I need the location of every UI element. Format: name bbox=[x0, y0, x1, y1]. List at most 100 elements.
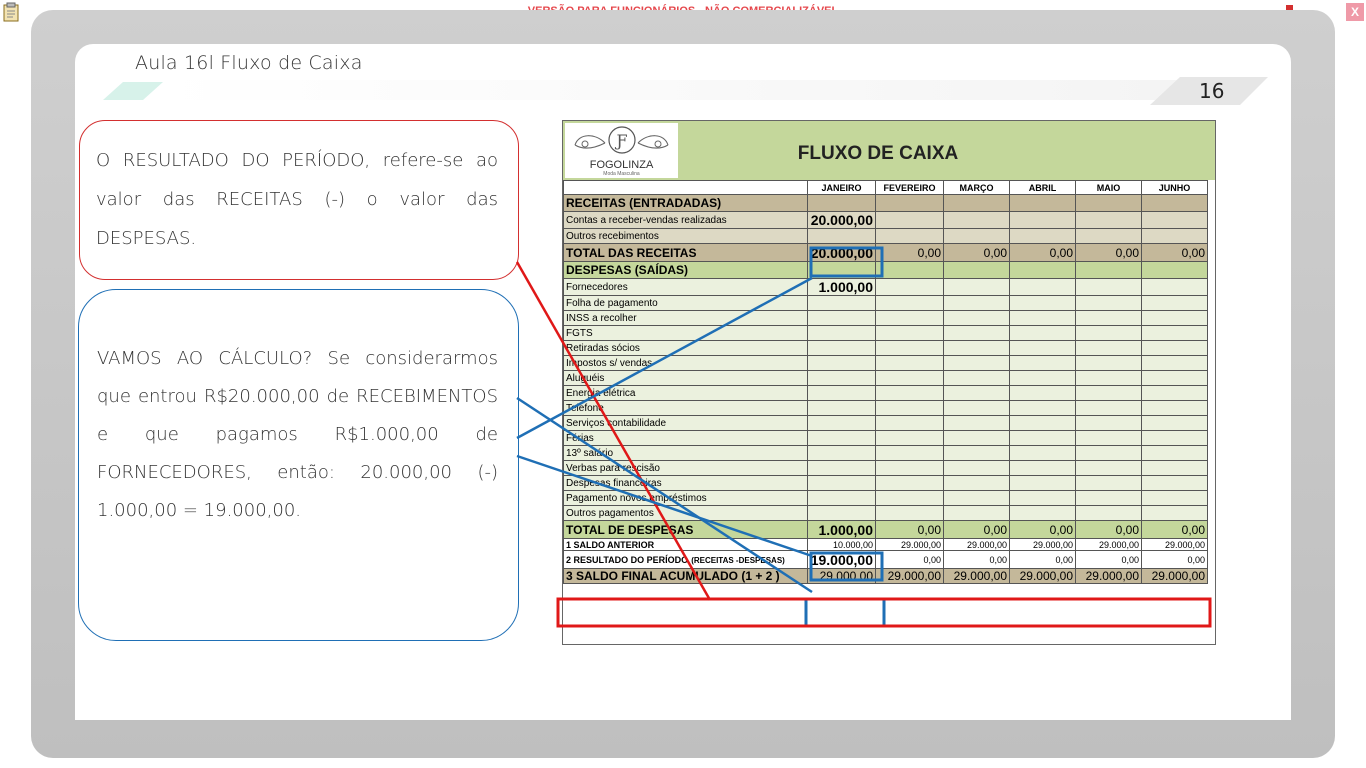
row-label: Folha de pagamento bbox=[563, 295, 808, 311]
table-cell bbox=[875, 211, 944, 229]
despesa-row: Impostos s/ vendas bbox=[563, 355, 1208, 371]
total-value: 0,00 bbox=[875, 520, 944, 539]
table-cell bbox=[875, 490, 944, 506]
table-cell bbox=[943, 295, 1010, 311]
receitas-section-label: RECEITAS (ENTRADADAS) bbox=[563, 194, 808, 212]
janeiro-value bbox=[807, 490, 876, 506]
spreadsheet-header: Ƒ FOGOLINZA Moda Masculina FLUXO DE CAIX… bbox=[563, 121, 1215, 180]
table-cell bbox=[1009, 415, 1076, 431]
total-value: 0,00 bbox=[1009, 243, 1076, 262]
despesa-row: Retiradas sócios bbox=[563, 340, 1208, 356]
resultado-value: 0,00 bbox=[1009, 550, 1076, 569]
saldo-final-value: 29.000,00 bbox=[1141, 568, 1208, 584]
table-cell bbox=[943, 261, 1010, 279]
table-cell bbox=[943, 415, 1010, 431]
despesa-row: Fornecedores 1.000,00 bbox=[563, 278, 1208, 296]
table-cell bbox=[1075, 194, 1142, 212]
table-cell bbox=[1141, 340, 1208, 356]
saldo-value: 29.000,00 bbox=[1009, 538, 1076, 551]
table-cell bbox=[875, 460, 944, 476]
saldo-value: 29.000,00 bbox=[1141, 538, 1208, 551]
receita-row: Outros recebimentos bbox=[563, 228, 1208, 244]
despesa-row: Folha de pagamento bbox=[563, 295, 1208, 311]
row-label: Energia elétrica bbox=[563, 385, 808, 401]
table-cell bbox=[1075, 445, 1142, 461]
table-cell bbox=[1075, 228, 1142, 244]
table-cell bbox=[943, 325, 1010, 341]
month-header-cell: MARÇO bbox=[943, 180, 1010, 195]
row-label: 1 SALDO ANTERIOR bbox=[563, 538, 808, 551]
month-header-cell: FEVEREIRO bbox=[875, 180, 944, 195]
table-cell bbox=[1075, 211, 1142, 229]
receita-row: Contas a receber-vendas realizadas 20.000… bbox=[563, 211, 1208, 229]
row-label: TOTAL DAS RECEITAS bbox=[563, 243, 808, 262]
svg-text:Ƒ: Ƒ bbox=[614, 131, 627, 150]
table-cell bbox=[943, 430, 1010, 446]
row-label: Retiradas sócios bbox=[563, 340, 808, 356]
table-cell bbox=[875, 310, 944, 326]
table-cell bbox=[807, 261, 876, 279]
janeiro-value bbox=[807, 460, 876, 476]
calculation-callout: VAMOS AO CÁLCULO? Se considerarmos que e… bbox=[78, 289, 519, 641]
saldo-final-value: 29.000,00 bbox=[1009, 568, 1076, 584]
accent-tab-shape bbox=[103, 82, 163, 100]
table-cell bbox=[1141, 278, 1208, 296]
janeiro-value: 20.000,00 bbox=[807, 211, 876, 229]
row-label: Telefone bbox=[563, 400, 808, 416]
table-cell bbox=[875, 295, 944, 311]
table-cell bbox=[1141, 400, 1208, 416]
table-cell bbox=[1009, 325, 1076, 341]
saldo-final-value: 29.000,00 bbox=[1075, 568, 1142, 584]
table-cell bbox=[1141, 430, 1208, 446]
logo-subtitle: Moda Masculina bbox=[603, 171, 640, 177]
resultado-label-cell: 2 RESULTADO DO PERÍODO (RECEITAS -DESPESA… bbox=[563, 550, 808, 569]
close-button[interactable]: X bbox=[1346, 3, 1364, 21]
cash-flow-spreadsheet: Ƒ FOGOLINZA Moda Masculina FLUXO DE CAIX… bbox=[562, 120, 1216, 645]
table-cell bbox=[943, 194, 1010, 212]
table-cell bbox=[1009, 295, 1076, 311]
table-cell bbox=[1141, 460, 1208, 476]
table-cell bbox=[943, 475, 1010, 491]
table-cell bbox=[943, 445, 1010, 461]
saldo-final-value: 29.000,00 bbox=[807, 568, 876, 584]
table-cell bbox=[1009, 445, 1076, 461]
table-cell bbox=[875, 385, 944, 401]
total-value: 20.000,00 bbox=[807, 243, 876, 262]
month-header-cell: MAIO bbox=[1075, 180, 1142, 195]
table-cell bbox=[1075, 278, 1142, 296]
table-cell bbox=[1009, 460, 1076, 476]
table-cell bbox=[1009, 430, 1076, 446]
row-label: INSS a recolher bbox=[563, 310, 808, 326]
table-cell bbox=[1141, 490, 1208, 506]
table-cell bbox=[943, 310, 1010, 326]
saldo-value: 29.000,00 bbox=[943, 538, 1010, 551]
despesa-row: Pagamento novos empréstimos bbox=[563, 490, 1208, 506]
table-cell bbox=[1009, 310, 1076, 326]
month-header-cell: JUNHO bbox=[1141, 180, 1208, 195]
row-label: Fornecedores bbox=[563, 278, 808, 296]
despesa-row: Férias bbox=[563, 430, 1208, 446]
total-value: 0,00 bbox=[1075, 520, 1142, 539]
despesa-row: Verbas para rescisão bbox=[563, 460, 1208, 476]
table-cell bbox=[1009, 194, 1076, 212]
table-cell bbox=[1141, 370, 1208, 386]
janeiro-value bbox=[807, 310, 876, 326]
logo-name: FOGOLINZA bbox=[589, 159, 654, 171]
table-cell bbox=[1141, 194, 1208, 212]
table-cell bbox=[943, 385, 1010, 401]
table-cell bbox=[943, 460, 1010, 476]
table-cell bbox=[1141, 385, 1208, 401]
table-cell bbox=[1075, 460, 1142, 476]
total-value: 0,00 bbox=[1009, 520, 1076, 539]
table-cell bbox=[807, 194, 876, 212]
table-cell bbox=[875, 228, 944, 244]
saldo-final-value: 29.000,00 bbox=[943, 568, 1010, 584]
janeiro-value bbox=[807, 400, 876, 416]
table-cell bbox=[875, 261, 944, 279]
table-cell bbox=[1141, 505, 1208, 521]
table-cell bbox=[1009, 261, 1076, 279]
table-cell bbox=[875, 278, 944, 296]
table-cell bbox=[943, 211, 1010, 229]
table-cell bbox=[1075, 415, 1142, 431]
despesa-row: Despesas financeiras bbox=[563, 475, 1208, 491]
